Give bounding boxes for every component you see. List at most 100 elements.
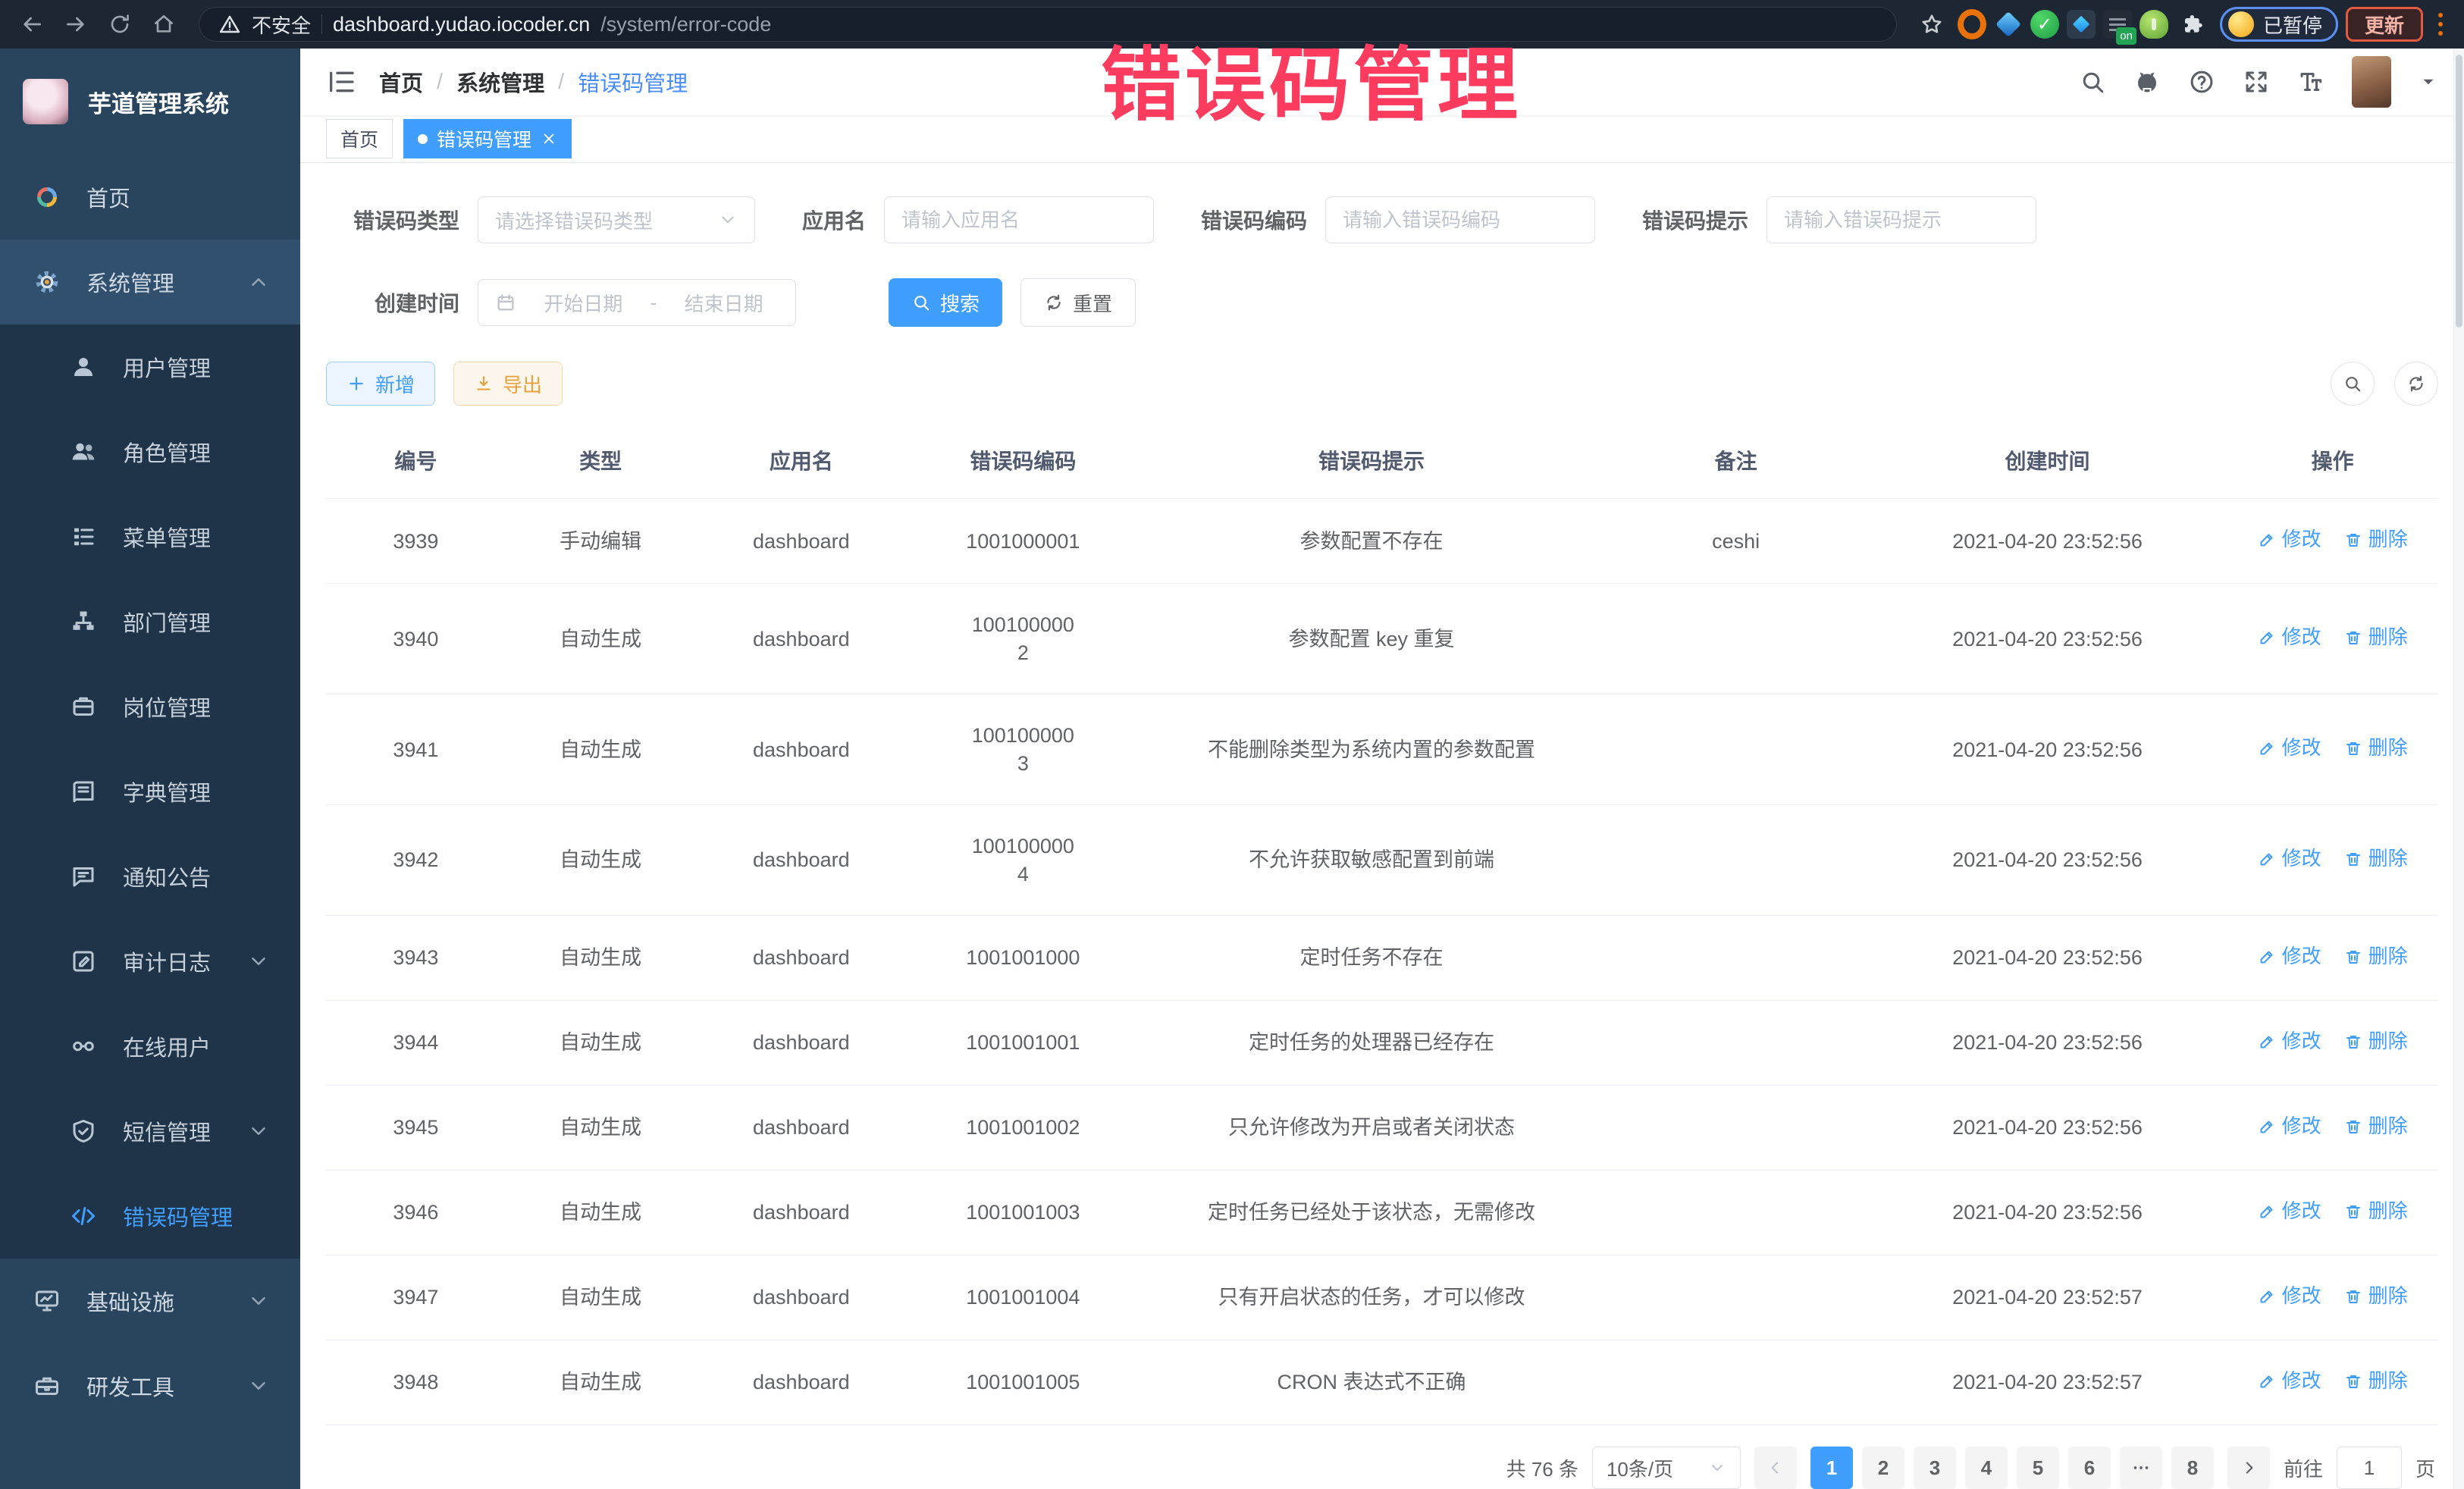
delete-link[interactable]: 删除: [2344, 1198, 2408, 1224]
extension-icon[interactable]: [2067, 10, 2096, 39]
browser-reload-icon[interactable]: [102, 9, 138, 39]
edit-link[interactable]: 修改: [2258, 624, 2321, 650]
address-bar[interactable]: 不安全 dashboard.yudao.iocoder.cn/system/er…: [199, 7, 1897, 42]
extensions-puzzle-icon[interactable]: [2176, 9, 2212, 39]
delete-link[interactable]: 删除: [2344, 1283, 2408, 1309]
sidebar-toggle-icon[interactable]: [326, 67, 356, 97]
scrollbar-thumb[interactable]: [2456, 55, 2462, 328]
sidebar-subitem[interactable]: 通知公告: [0, 834, 300, 919]
delete-link[interactable]: 删除: [2344, 1368, 2408, 1394]
breadcrumb-item[interactable]: 首页: [379, 66, 423, 98]
page-button-6[interactable]: 6: [2068, 1447, 2111, 1489]
sidebar-subitem[interactable]: 角色管理: [0, 409, 300, 494]
page-button-3[interactable]: 3: [1914, 1447, 1956, 1489]
sidebar-subitem[interactable]: 用户管理: [0, 324, 300, 409]
sidebar-subitem[interactable]: 菜单管理: [0, 494, 300, 579]
edit-link[interactable]: 修改: [2258, 1283, 2321, 1309]
reset-button[interactable]: 重置: [1020, 278, 1136, 327]
delete-link[interactable]: 删除: [2344, 735, 2408, 761]
sidebar-subitem[interactable]: 审计日志: [0, 919, 300, 1004]
edit-link[interactable]: 修改: [2258, 1368, 2321, 1394]
sidebar-subitem[interactable]: 部门管理: [0, 579, 300, 664]
edit-link[interactable]: 修改: [2258, 1113, 2321, 1139]
sidebar-item-home[interactable]: 首页: [0, 155, 300, 240]
sidebar-item-system[interactable]: 系统管理: [0, 240, 300, 324]
more-pages-button[interactable]: [2120, 1447, 2162, 1489]
edit-link[interactable]: 修改: [2258, 1028, 2321, 1055]
edit-link[interactable]: 修改: [2258, 845, 2321, 872]
search-button[interactable]: 搜索: [889, 278, 1002, 327]
table-row[interactable]: 3940自动生成dashboard1001000002参数配置 key 重复20…: [326, 584, 2438, 694]
table-row[interactable]: 3942自动生成dashboard1001000004不允许获取敏感配置到前端2…: [326, 805, 2438, 916]
github-icon[interactable]: [2133, 68, 2161, 96]
date-range-picker[interactable]: 开始日期 - 结束日期: [478, 279, 796, 326]
edit-link[interactable]: 修改: [2258, 526, 2321, 553]
extension-icon[interactable]: [1958, 10, 1986, 39]
extension-icon[interactable]: on: [2103, 10, 2132, 39]
sidebar-item-infrastructure[interactable]: 基础设施: [0, 1259, 300, 1343]
chevron-down-icon[interactable]: [2419, 72, 2438, 92]
table-row[interactable]: 3939手动编辑dashboard1001000001参数配置不存在ceshi2…: [326, 499, 2438, 584]
error-code-input[interactable]: [1325, 196, 1595, 243]
sidebar-item-devtools[interactable]: 研发工具: [0, 1343, 300, 1428]
table-row[interactable]: 3946自动生成dashboard1001001003定时任务已经处于该状态，无…: [326, 1171, 2438, 1255]
extension-icon[interactable]: [2140, 10, 2168, 39]
breadcrumb-item[interactable]: 系统管理: [456, 66, 544, 98]
scrollbar[interactable]: [2453, 49, 2464, 1489]
delete-link[interactable]: 删除: [2344, 1113, 2408, 1139]
sidebar-subitem[interactable]: 错误码管理: [0, 1174, 300, 1259]
page-button-2[interactable]: 2: [1862, 1447, 1904, 1489]
app-name-input[interactable]: [884, 196, 1154, 243]
browser-home-icon[interactable]: [146, 9, 182, 39]
browser-back-icon[interactable]: [14, 9, 50, 39]
prev-page-button[interactable]: [1754, 1447, 1797, 1489]
update-button[interactable]: 更新: [2346, 7, 2423, 42]
error-type-select[interactable]: 请选择错误码类型: [478, 196, 755, 243]
delete-link[interactable]: 删除: [2344, 943, 2408, 970]
add-button[interactable]: 新增: [326, 362, 435, 406]
delete-link[interactable]: 删除: [2344, 526, 2408, 553]
page-jump-input[interactable]: [2337, 1447, 2402, 1489]
browser-forward-icon[interactable]: [58, 9, 94, 39]
extension-icon[interactable]: [2030, 10, 2059, 39]
delete-link[interactable]: 删除: [2344, 845, 2408, 872]
next-page-button[interactable]: [2227, 1447, 2270, 1489]
extension-icon[interactable]: [1994, 10, 2023, 39]
tab-tag[interactable]: 首页: [326, 119, 393, 158]
table-row[interactable]: 3941自动生成dashboard1001000003不能删除类型为系统内置的参…: [326, 694, 2438, 805]
help-icon[interactable]: [2188, 68, 2215, 96]
bookmark-star-icon[interactable]: [1914, 9, 1950, 39]
browser-menu-icon[interactable]: [2431, 13, 2450, 36]
edit-link[interactable]: 修改: [2258, 943, 2321, 970]
app-logo[interactable]: 芋道管理系统: [0, 49, 300, 155]
table-row[interactable]: 3943自动生成dashboard1001001000定时任务不存在2021-0…: [326, 916, 2438, 1001]
refresh-table-button[interactable]: [2394, 362, 2438, 406]
delete-link[interactable]: 删除: [2344, 624, 2408, 650]
sidebar-subitem[interactable]: 短信管理: [0, 1089, 300, 1174]
page-button-5[interactable]: 5: [2017, 1447, 2059, 1489]
page-button-1[interactable]: 1: [1810, 1447, 1853, 1489]
delete-link[interactable]: 删除: [2344, 1028, 2408, 1055]
table-row[interactable]: 3945自动生成dashboard1001001002只允许修改为开启或者关闭状…: [326, 1086, 2438, 1171]
table-row[interactable]: 3948自动生成dashboard1001001005CRON 表达式不正确20…: [326, 1340, 2438, 1425]
page-button-4[interactable]: 4: [1965, 1447, 2008, 1489]
profile-paused-badge[interactable]: 已暂停: [2220, 7, 2338, 42]
show-search-button[interactable]: [2331, 362, 2375, 406]
sidebar-subitem[interactable]: 岗位管理: [0, 664, 300, 749]
sidebar-subitem[interactable]: 字典管理: [0, 749, 300, 834]
error-hint-input[interactable]: [1766, 196, 2036, 243]
edit-link[interactable]: 修改: [2258, 1198, 2321, 1224]
search-icon[interactable]: [2079, 68, 2106, 96]
user-avatar[interactable]: [2352, 56, 2391, 108]
fullscreen-icon[interactable]: [2243, 68, 2270, 96]
edit-link[interactable]: 修改: [2258, 735, 2321, 761]
page-button-8[interactable]: 8: [2171, 1447, 2214, 1489]
tab-active[interactable]: 错误码管理: [403, 119, 572, 158]
table-row[interactable]: 3944自动生成dashboard1001001001定时任务的处理器已经存在2…: [326, 1001, 2438, 1086]
font-size-icon[interactable]: [2297, 68, 2324, 96]
close-icon[interactable]: [541, 130, 557, 147]
sidebar-subitem[interactable]: 在线用户: [0, 1004, 300, 1089]
table-row[interactable]: 3947自动生成dashboard1001001004只有开启状态的任务，才可以…: [326, 1255, 2438, 1340]
export-button[interactable]: 导出: [453, 362, 563, 406]
page-size-select[interactable]: 10条/页: [1592, 1447, 1741, 1489]
